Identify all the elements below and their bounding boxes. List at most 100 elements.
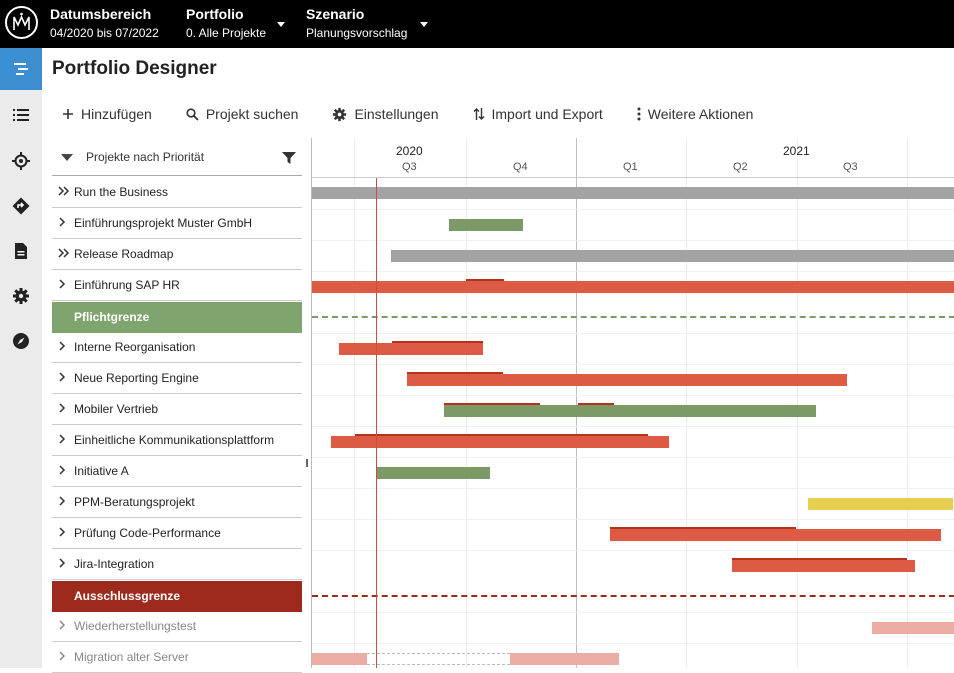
search-project-label: Projekt suchen bbox=[205, 106, 299, 122]
bar-marker bbox=[610, 527, 796, 529]
row-gridline bbox=[312, 240, 954, 241]
target-icon[interactable] bbox=[0, 140, 42, 182]
swap-arrows-icon bbox=[473, 108, 484, 120]
search-project-button[interactable]: Projekt suchen bbox=[186, 106, 299, 122]
project-bar[interactable] bbox=[449, 219, 523, 231]
bar-marker bbox=[578, 403, 614, 405]
project-row[interactable]: Neue Reporting Engine bbox=[52, 363, 302, 394]
filter-icon[interactable] bbox=[282, 151, 296, 169]
list-icon[interactable] bbox=[0, 94, 42, 136]
project-row[interactable]: Einführung SAP HR bbox=[52, 270, 302, 301]
project-row[interactable]: PPM-Beratungsprojekt bbox=[52, 487, 302, 518]
scenario-dropdown-icon[interactable] bbox=[420, 22, 428, 27]
project-row[interactable]: Prüfung Code-Performance bbox=[52, 518, 302, 549]
project-bar[interactable] bbox=[407, 374, 847, 386]
chevron-right-icon bbox=[59, 558, 66, 568]
scenario-value: Planungsvorschlag bbox=[306, 26, 408, 40]
more-actions-label: Weitere Aktionen bbox=[647, 106, 754, 122]
settings-label: Einstellungen bbox=[354, 106, 439, 122]
year-gridline bbox=[576, 138, 577, 668]
date-range-value: 04/2020 bis 07/2022 bbox=[50, 26, 159, 40]
bar-marker bbox=[407, 372, 503, 374]
project-bar[interactable] bbox=[872, 622, 954, 634]
quarter-label: Q3 bbox=[843, 161, 858, 173]
add-button-label: Hinzufügen bbox=[81, 106, 152, 122]
scenario-title: Szenario bbox=[306, 6, 365, 22]
bar-marker bbox=[466, 279, 504, 281]
bar-marker bbox=[392, 341, 483, 343]
portfolio-designer-icon[interactable] bbox=[0, 48, 42, 90]
project-name: Initiative A bbox=[74, 464, 129, 478]
collapse-caret-icon[interactable] bbox=[61, 154, 73, 161]
app-logo-icon[interactable] bbox=[5, 6, 38, 39]
project-row[interactable]: Initiative A bbox=[52, 456, 302, 487]
row-gridline bbox=[312, 550, 954, 551]
project-bar[interactable] bbox=[339, 343, 483, 355]
quarter-gridline bbox=[686, 138, 687, 668]
plus-icon bbox=[63, 109, 73, 119]
limit-name: Pflichtgrenze bbox=[74, 310, 150, 324]
scenario-selector[interactable]: Szenario Planungsvorschlag bbox=[306, 6, 407, 41]
project-bar[interactable] bbox=[444, 405, 816, 417]
settings-button[interactable]: Einstellungen bbox=[332, 106, 439, 122]
chevron-right-icon bbox=[59, 620, 66, 630]
row-gridline bbox=[312, 643, 954, 644]
import-export-button[interactable]: Import und Export bbox=[473, 106, 603, 122]
chevron-right-icon bbox=[59, 496, 66, 506]
route-icon[interactable] bbox=[0, 185, 42, 227]
quarter-gridline bbox=[797, 138, 798, 668]
pane-resize-handle[interactable] bbox=[306, 459, 308, 467]
project-row[interactable]: Run the Business bbox=[52, 177, 302, 208]
project-bar[interactable] bbox=[510, 653, 619, 665]
add-button[interactable]: Hinzufügen bbox=[62, 106, 152, 122]
row-gridline bbox=[312, 395, 954, 396]
more-actions-button[interactable]: Weitere Aktionen bbox=[637, 106, 754, 122]
portfolio-value: 0. Alle Projekte bbox=[186, 26, 267, 40]
project-bar[interactable] bbox=[312, 653, 367, 665]
sort-label: Projekte nach Priorität bbox=[86, 150, 205, 164]
row-gridline bbox=[312, 364, 954, 365]
project-row[interactable]: Jira-Integration bbox=[52, 549, 302, 580]
project-name: Einheitliche Kommunikationsplattform bbox=[74, 433, 275, 447]
row-gridline bbox=[312, 488, 954, 489]
chevron-right-icon bbox=[59, 651, 66, 661]
project-row[interactable]: Einführungsprojekt Muster GmbH bbox=[52, 208, 302, 239]
row-gridline bbox=[312, 271, 954, 272]
project-bar[interactable] bbox=[732, 560, 915, 572]
project-row[interactable]: Wiederherstellungstest bbox=[52, 611, 302, 642]
project-bar[interactable] bbox=[377, 467, 490, 479]
chevron-right-icon bbox=[59, 434, 66, 444]
row-gridline bbox=[312, 426, 954, 427]
row-gridline bbox=[312, 333, 954, 334]
portfolio-dropdown-icon[interactable] bbox=[277, 22, 285, 27]
project-row[interactable]: Interne Reorganisation bbox=[52, 332, 302, 363]
project-name: Release Roadmap bbox=[74, 247, 174, 261]
project-row[interactable]: Einheitliche Kommunikationsplattform bbox=[52, 425, 302, 456]
top-bar: Datumsbereich 04/2020 bis 07/2022 Portfo… bbox=[0, 0, 954, 48]
import-export-label: Import und Export bbox=[491, 106, 603, 122]
portfolio-selector[interactable]: Portfolio 0. Alle Projekte bbox=[186, 6, 266, 41]
mandatory-limit-row[interactable]: Pflichtgrenze bbox=[52, 302, 302, 333]
project-bar[interactable] bbox=[312, 281, 954, 293]
project-bar[interactable] bbox=[391, 250, 954, 262]
quarter-label: Q1 bbox=[623, 161, 638, 173]
document-icon[interactable] bbox=[0, 230, 42, 272]
project-bar[interactable] bbox=[808, 498, 953, 510]
compass-icon[interactable] bbox=[0, 320, 42, 362]
project-list-header: Projekte nach Priorität bbox=[52, 138, 302, 176]
project-bar[interactable] bbox=[610, 529, 941, 541]
project-name: Einführungsprojekt Muster GmbH bbox=[74, 216, 253, 230]
double-chevron-right-icon bbox=[58, 186, 70, 196]
project-row[interactable]: Migration alter Server bbox=[52, 642, 302, 673]
project-name: Wiederherstellungstest bbox=[74, 619, 197, 633]
navigation-rail bbox=[0, 48, 42, 668]
date-range-selector[interactable]: Datumsbereich 04/2020 bis 07/2022 bbox=[50, 6, 159, 41]
project-row[interactable]: Release Roadmap bbox=[52, 239, 302, 270]
project-bar[interactable] bbox=[312, 187, 954, 199]
chevron-right-icon bbox=[59, 372, 66, 382]
gear-icon[interactable] bbox=[0, 275, 42, 317]
project-row[interactable]: Mobiler Vertrieb bbox=[52, 394, 302, 425]
project-bar[interactable] bbox=[331, 436, 669, 448]
exclusion-limit-row[interactable]: Ausschlussgrenze bbox=[52, 581, 302, 612]
double-chevron-right-icon bbox=[58, 248, 70, 258]
